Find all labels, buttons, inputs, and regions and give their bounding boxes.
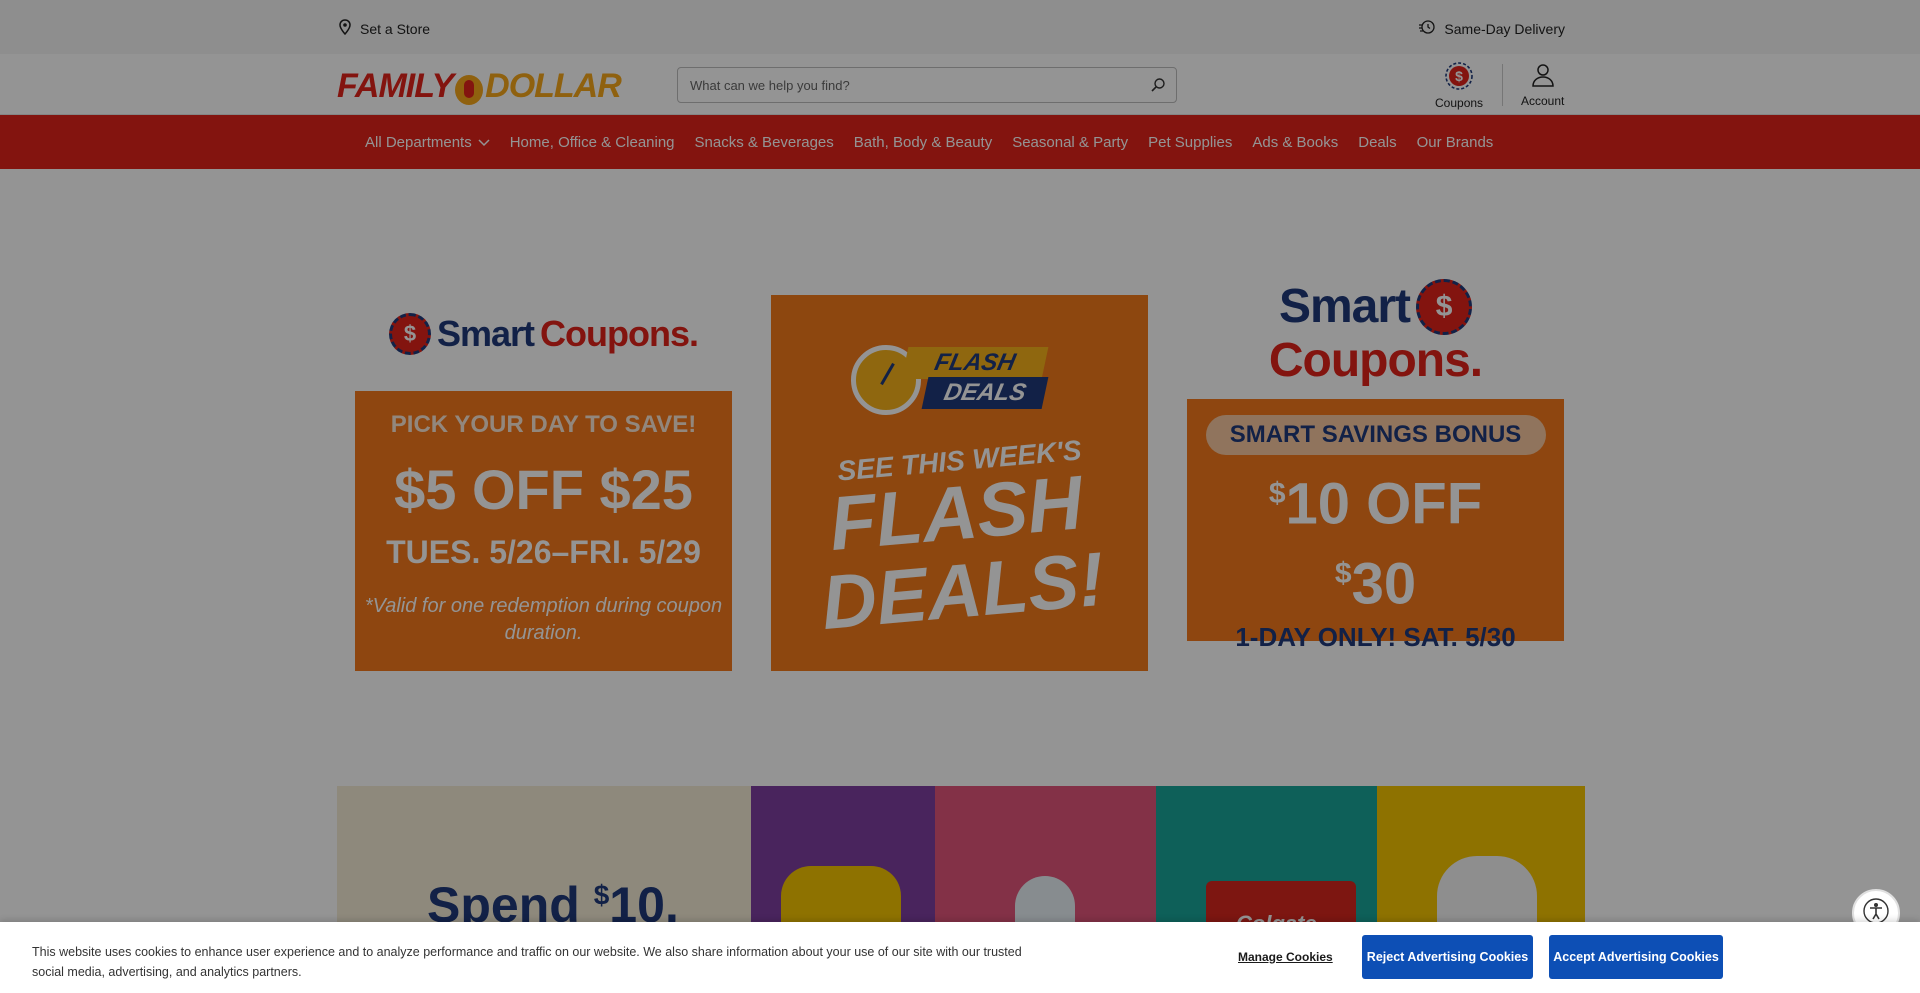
- nav-item-label: All Departments: [365, 133, 472, 151]
- savings-bonus-pill: SMART SAVINGS BONUS: [1205, 415, 1546, 455]
- coupon-coin-icon: $: [388, 313, 431, 355]
- brand-coupons-text: Coupons.: [1268, 334, 1483, 387]
- manage-cookies-link[interactable]: Manage Cookies: [1238, 950, 1333, 964]
- svg-text:$: $: [1455, 68, 1463, 84]
- hero-section: $ Smart Coupons. PICK YOUR DAY TO SAVE! …: [0, 169, 1920, 789]
- coupon-coin-icon: $: [1445, 62, 1473, 93]
- family-dollar-logo[interactable]: FAMILY DOLLAR: [337, 67, 622, 105]
- nav-item-snacks-beverages[interactable]: Snacks & Beverages: [695, 134, 834, 151]
- main-navigation: All Departments Home, Office & Cleaning …: [0, 115, 1920, 169]
- account-button[interactable]: Account: [1521, 62, 1564, 108]
- currency-symbol: $: [1268, 477, 1286, 510]
- account-label: Account: [1521, 94, 1565, 108]
- nav-list: All Departments Home, Office & Cleaning …: [365, 115, 1513, 169]
- accept-advertising-cookies-button[interactable]: Accept Advertising Cookies: [1549, 935, 1723, 979]
- offer-amount-text: 10 OFF: [1285, 471, 1483, 537]
- logo-text-family: FAMILY: [337, 67, 454, 105]
- offer-amount: $5 OFF $25: [394, 458, 693, 521]
- nav-item-label: Home, Office & Cleaning: [509, 133, 675, 151]
- smart-coupons-5-off-tile[interactable]: $ Smart Coupons. PICK YOUR DAY TO SAVE! …: [355, 309, 732, 671]
- nav-item-label: Deals: [1358, 133, 1397, 151]
- offer-dates: TUES. 5/26–FRI. 5/29: [386, 534, 701, 570]
- brand-smart-text: Smart: [436, 313, 535, 354]
- offer-panel: PICK YOUR DAY TO SAVE! $5 OFF $25 TUES. …: [355, 391, 732, 671]
- chevron-down-icon: [478, 134, 490, 151]
- flash-deals-tile[interactable]: FLASH DEALS SEE THIS WEEK'S FLASH DEALS!: [771, 295, 1148, 671]
- search-icon[interactable]: [1140, 68, 1176, 102]
- nav-item-label: Pet Supplies: [1148, 133, 1233, 151]
- nav-item-label: Bath, Body & Beauty: [853, 133, 993, 151]
- offer-day: 1-DAY ONLY! SAT. 5/30: [1235, 621, 1516, 652]
- flash-deals-panel: FLASH DEALS SEE THIS WEEK'S FLASH DEALS!: [771, 295, 1148, 671]
- brand-coupons-text: Coupons.: [540, 313, 699, 354]
- nav-item-ads-books[interactable]: Ads & Books: [1252, 134, 1338, 151]
- coupon-coin-icon: $: [1416, 279, 1473, 335]
- offer-amount-line1: $10 OFF: [1187, 463, 1564, 535]
- offer-note: *Valid for one redemption during coupon …: [364, 595, 723, 644]
- nav-item-deals[interactable]: Deals: [1358, 134, 1396, 151]
- nav-item-all-departments[interactable]: All Departments: [365, 134, 490, 151]
- offer-headline: PICK YOUR DAY TO SAVE!: [390, 411, 697, 438]
- search-bar: [677, 67, 1177, 103]
- nav-item-pet-supplies[interactable]: Pet Supplies: [1148, 134, 1232, 151]
- badge-flash-text: FLASH: [901, 347, 1049, 379]
- nav-item-seasonal-party[interactable]: Seasonal & Party: [1012, 134, 1128, 151]
- utility-bar: Set a Store Same-Day Delivery: [0, 0, 1920, 54]
- account-person-icon: [1530, 62, 1556, 91]
- logo-mark-icon: [455, 75, 484, 105]
- smart-coupons-logo: $ Smart Coupons.: [355, 309, 732, 359]
- flash-deals-badge: FLASH DEALS: [851, 337, 1061, 417]
- header-divider: [1502, 64, 1503, 106]
- search-input[interactable]: [678, 68, 1140, 102]
- reject-advertising-cookies-button[interactable]: Reject Advertising Cookies: [1362, 935, 1533, 979]
- set-store-label: Set a Store: [360, 20, 431, 37]
- brand-smart-text: Smart: [1278, 280, 1411, 333]
- cookie-consent-banner: This website uses cookies to enhance use…: [0, 922, 1920, 993]
- nav-item-bath-body-beauty[interactable]: Bath, Body & Beauty: [854, 134, 992, 151]
- nav-item-label: Seasonal & Party: [1012, 133, 1129, 151]
- same-day-delivery-link[interactable]: Same-Day Delivery: [1418, 19, 1565, 38]
- cookie-message: This website uses cookies to enhance use…: [32, 945, 1022, 979]
- smart-savings-bonus-tile[interactable]: Smart $ Coupons. SMART SAVINGS BONUS $10…: [1187, 279, 1564, 671]
- location-pin-icon: [338, 19, 352, 38]
- offer-amount-line2: $30: [1187, 543, 1564, 615]
- offer-threshold-text: 30: [1351, 551, 1417, 617]
- nav-item-label: Our Brands: [1416, 133, 1494, 151]
- set-store-link[interactable]: Set a Store: [338, 19, 430, 38]
- logo-text-dollar: DOLLAR: [485, 67, 622, 105]
- nav-item-label: Ads & Books: [1252, 133, 1339, 151]
- nav-item-our-brands[interactable]: Our Brands: [1417, 134, 1494, 151]
- site-header: FAMILY DOLLAR $ Coupons Account: [0, 54, 1920, 115]
- delivery-clock-icon: [1418, 19, 1436, 38]
- badge-deals-text: DEALS: [921, 377, 1049, 409]
- smart-coupons-logo: Smart $ Coupons.: [1187, 279, 1564, 387]
- offer-panel: SMART SAVINGS BONUS $10 OFF $30 1-DAY ON…: [1187, 399, 1564, 652]
- nav-item-home-office-cleaning[interactable]: Home, Office & Cleaning: [510, 134, 675, 151]
- nav-item-label: Snacks & Beverages: [694, 133, 834, 151]
- coupons-label: Coupons: [1435, 96, 1484, 110]
- same-day-delivery-label: Same-Day Delivery: [1444, 20, 1565, 37]
- spend-currency: $: [593, 879, 610, 911]
- currency-symbol: $: [1334, 557, 1352, 591]
- flash-headline: FLASH DEALS!: [818, 460, 1108, 647]
- coupons-button[interactable]: $ Coupons: [1435, 62, 1483, 110]
